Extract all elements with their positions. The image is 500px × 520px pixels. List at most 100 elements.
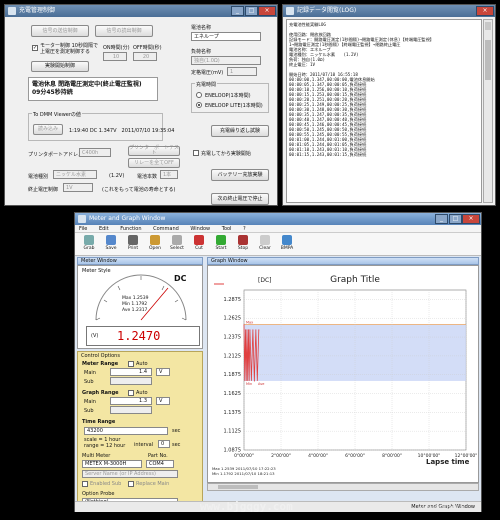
meter-main-select[interactable]: 1.4	[110, 368, 152, 376]
battery-voltage-label: (1.2V)	[109, 173, 125, 179]
graph-panel-title: Graph Window	[211, 258, 248, 264]
window-titlebar[interactable]: 記録データ閲覧(LOG) ×	[283, 5, 495, 17]
battery-test-button[interactable]: バッテリー充放実験	[211, 169, 269, 181]
multi-meter-select[interactable]: METEX M-3000H	[82, 460, 142, 468]
meter-main-label: Main	[84, 370, 96, 376]
scroll-up-arrow[interactable]	[485, 22, 491, 30]
graph-auto-checkbox[interactable]	[128, 390, 134, 396]
data-point	[248, 379, 250, 381]
toolbar-select-button[interactable]: Select	[167, 235, 187, 255]
menu-function[interactable]: Function	[120, 225, 141, 233]
menu-help[interactable]: ?	[243, 225, 246, 233]
battery-count-select[interactable]: 1本	[160, 170, 178, 179]
window-titlebar[interactable]: 充電管理制御 _ □ ×	[5, 5, 277, 17]
graph-sub-select[interactable]	[110, 406, 152, 414]
toolbar-cut-button[interactable]: Cut	[189, 235, 209, 255]
time-range-label: Time Range	[82, 419, 116, 425]
time-range-input[interactable]: 43200	[84, 427, 168, 435]
relay-off-button[interactable]: リレーを全てOFF	[128, 158, 180, 168]
toolbar-print-button[interactable]: Print	[123, 235, 143, 255]
data-point	[250, 379, 252, 381]
port-select[interactable]: COM4	[146, 460, 174, 468]
end-voltage-select[interactable]: 1V	[63, 183, 93, 192]
toolbar-bmpa-button[interactable]: BMPA	[277, 235, 297, 255]
toolbar-grab-button[interactable]: Grab	[79, 235, 99, 255]
stop-at-end-button[interactable]: 次の終止電圧で停止	[211, 193, 269, 205]
minimize-button[interactable]: _	[231, 6, 244, 16]
window-title: 充電管理制御	[19, 7, 56, 14]
toolbar-save-button[interactable]: Save	[101, 235, 121, 255]
grab-icon	[84, 235, 94, 245]
graph-hscrollbar[interactable]	[207, 483, 479, 491]
toolbar-label: Cut	[195, 246, 203, 251]
toolbar-open-button[interactable]: Open	[145, 235, 165, 255]
load-name-input[interactable]: 独自(1.0Ω)	[191, 56, 261, 65]
printer-test-button[interactable]: プリンターポートテスト	[128, 146, 180, 156]
control-options-label: Control Options	[81, 353, 120, 359]
charge-repeat-button[interactable]: 充電繰り返し試験	[211, 125, 269, 137]
battery-name-input[interactable]: エネループ	[191, 32, 261, 41]
toolbar-clear-button[interactable]: Clear	[255, 235, 275, 255]
scroll-thumb[interactable]	[485, 40, 491, 80]
meter-auto-checkbox[interactable]	[128, 361, 134, 367]
menu-command[interactable]: Command	[153, 225, 179, 233]
graph-panel: 1.2875 1.2625 1.2375 1.2125 1.1875 1.1625 1.13…	[207, 265, 479, 483]
enabled-sub-label: Enabled Sub	[90, 481, 122, 487]
save-icon	[106, 235, 116, 245]
menu-file[interactable]: File	[79, 225, 87, 233]
read-device-button[interactable]: 信号の読出制御	[95, 25, 153, 37]
graph-info-min: Min 1.1792 2011/07/10 18:21:13	[212, 471, 275, 476]
battery-type-select[interactable]: ニッケル水素	[53, 170, 97, 179]
data-point	[258, 329, 260, 331]
replace-main-checkbox[interactable]	[128, 481, 134, 487]
data-point	[247, 329, 249, 331]
interval-input[interactable]: 0	[158, 440, 170, 448]
menu-edit[interactable]: Edit	[99, 225, 109, 233]
start-measure-button[interactable]: 実験開始制御	[31, 61, 89, 72]
maximize-button[interactable]: □	[245, 6, 258, 16]
toolbar-start-button[interactable]: Start	[211, 235, 231, 255]
eneloop-lite-radio[interactable]	[196, 102, 202, 108]
menu-tool[interactable]: Tool	[222, 225, 232, 233]
data-point	[246, 329, 248, 331]
server-name-input[interactable]: Server Name (or IP Address)	[82, 470, 178, 478]
write-device-button[interactable]: 信号の送信制御	[31, 25, 89, 37]
minimize-button[interactable]: _	[435, 214, 448, 224]
dmm-read-button[interactable]: 読み込み	[33, 124, 63, 135]
interval-unit: sec	[172, 442, 181, 448]
port-value: COM4	[149, 461, 164, 467]
on-time-input[interactable]: 10	[103, 52, 127, 61]
motor-checkbox-label: モーター制御 10秒間隔で 上電圧を測定制御する	[40, 43, 98, 55]
graph-main-unit-select[interactable]: V	[156, 397, 170, 405]
maximize-button[interactable]: □	[449, 214, 462, 224]
off-time-input[interactable]: 20	[133, 52, 157, 61]
graph-main-select[interactable]: 1.3	[110, 397, 152, 405]
toolbar-label: Stop	[237, 246, 249, 251]
motor-checkbox[interactable]: ✓	[32, 45, 38, 51]
log-scrollbar[interactable]	[483, 19, 493, 203]
toolbar-stop-button[interactable]: Stop	[233, 235, 253, 255]
meter-range-label: Meter Range	[82, 361, 119, 367]
eneloop-radio[interactable]	[196, 92, 202, 98]
on-time-label: ON時間(分)	[103, 45, 130, 51]
window-titlebar[interactable]: Meter and Graph Window _ □ ×	[75, 213, 481, 225]
enabled-sub-checkbox[interactable]	[82, 481, 88, 487]
close-button[interactable]: ×	[462, 214, 480, 224]
close-button[interactable]: ×	[258, 6, 276, 16]
part-no-label: Part No.	[148, 453, 168, 459]
ave-label: Ave	[258, 382, 264, 386]
menu-window[interactable]: Window	[190, 225, 210, 233]
after-charge-checkbox[interactable]	[193, 150, 199, 156]
hscroll-thumb[interactable]	[218, 485, 258, 489]
graph-range-label: Graph Range	[82, 390, 119, 396]
log-text-area[interactable]: 充電池性能実験LOG 使用回路：閉放放回路 記録モード：開路電圧測定(1秒間隔)→…	[286, 19, 482, 203]
min-label: Min	[246, 382, 252, 386]
close-button[interactable]: ×	[476, 6, 494, 16]
rated-voltage-input[interactable]: 1	[227, 67, 257, 76]
multi-meter-label: Multi Meter	[82, 453, 111, 459]
meter-sub-select[interactable]	[110, 377, 152, 385]
printer-port-select[interactable]: C400h	[79, 148, 111, 157]
chart-title: Graph Title	[330, 275, 380, 285]
meter-main-unit-select[interactable]: V	[156, 368, 170, 376]
toolbar-label: Print	[127, 246, 139, 251]
